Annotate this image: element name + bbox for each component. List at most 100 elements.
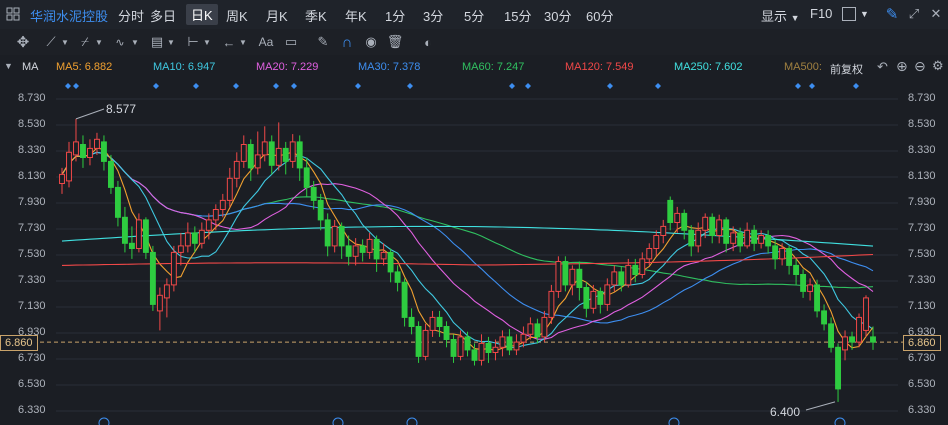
candle-body bbox=[681, 212, 688, 231]
candlestick-chart[interactable] bbox=[0, 0, 948, 425]
candle-body bbox=[702, 216, 709, 231]
candle-body bbox=[310, 186, 317, 201]
candle-body bbox=[548, 290, 555, 318]
price-axis-label: 8.530 bbox=[908, 118, 936, 130]
price-axis-label: 7.330 bbox=[18, 274, 46, 286]
price-axis-label: 7.930 bbox=[18, 196, 46, 208]
candle-body bbox=[163, 284, 170, 299]
price-axis-label: 8.130 bbox=[908, 170, 936, 182]
candle-body bbox=[520, 333, 527, 343]
candle-body bbox=[303, 167, 310, 188]
marker-icon bbox=[291, 83, 297, 89]
candle-body bbox=[569, 268, 576, 286]
candle-body bbox=[513, 341, 520, 351]
candle-body bbox=[254, 154, 261, 169]
candle-body bbox=[688, 229, 695, 247]
candle-body bbox=[716, 219, 723, 236]
candle-body bbox=[184, 232, 191, 247]
candle-body bbox=[590, 290, 597, 309]
marker-icon bbox=[153, 83, 159, 89]
candle-body bbox=[156, 294, 163, 312]
candle-body bbox=[562, 261, 569, 286]
candle-body bbox=[128, 242, 135, 250]
candle-body bbox=[709, 216, 716, 237]
candle-body bbox=[828, 323, 834, 348]
price-axis-label: 7.330 bbox=[908, 274, 936, 286]
candle-body bbox=[583, 287, 590, 309]
marker-icon bbox=[809, 83, 815, 89]
candle-body bbox=[87, 147, 93, 158]
candle-body bbox=[359, 245, 366, 253]
marker-icon bbox=[655, 83, 661, 89]
marker-icon bbox=[407, 83, 413, 89]
candle-body bbox=[394, 271, 401, 283]
price-axis-label: 8.730 bbox=[908, 92, 936, 104]
candle-body bbox=[534, 323, 541, 338]
candle-body bbox=[485, 342, 492, 353]
candle-body bbox=[618, 271, 625, 286]
candle-body bbox=[611, 271, 618, 286]
candle-body bbox=[800, 274, 807, 292]
marker-icon bbox=[795, 83, 801, 89]
candle-body bbox=[149, 251, 156, 305]
candle-body bbox=[842, 336, 848, 351]
candle-body bbox=[443, 326, 450, 340]
candle-body bbox=[758, 235, 765, 244]
candle-body bbox=[807, 284, 814, 292]
price-axis-label: 8.130 bbox=[18, 170, 46, 182]
event-icon bbox=[668, 417, 680, 425]
marker-icon bbox=[853, 83, 859, 89]
candle-body bbox=[751, 229, 758, 244]
price-axis-label: 7.730 bbox=[908, 222, 936, 234]
candle-body bbox=[226, 177, 233, 201]
price-axis-label: 8.330 bbox=[908, 144, 936, 156]
candle-body bbox=[695, 229, 702, 247]
candle-body bbox=[80, 144, 86, 158]
candle-body bbox=[555, 261, 562, 292]
current-price-right: 6.860 bbox=[903, 335, 941, 351]
marker-icon bbox=[233, 83, 239, 89]
candle-body bbox=[737, 232, 744, 247]
price-axis-label: 6.730 bbox=[18, 352, 46, 364]
candle-body bbox=[856, 316, 862, 343]
price-axis-label: 6.330 bbox=[908, 404, 936, 416]
candle-body bbox=[786, 248, 793, 266]
candle-body bbox=[506, 336, 513, 351]
candle-body bbox=[604, 284, 611, 305]
candle-body bbox=[107, 160, 114, 188]
candle-body bbox=[59, 173, 65, 184]
candle-body bbox=[373, 238, 380, 260]
event-icon bbox=[834, 417, 846, 425]
candle-body bbox=[639, 258, 646, 275]
low-leader-line bbox=[805, 401, 836, 411]
candle-body bbox=[835, 346, 841, 390]
candle-body bbox=[212, 209, 219, 221]
candle-body bbox=[387, 251, 394, 273]
candle-body bbox=[142, 219, 149, 253]
candle-body bbox=[338, 225, 345, 247]
price-axis-label: 8.530 bbox=[18, 118, 46, 130]
price-axis-label: 6.530 bbox=[908, 378, 936, 390]
high-annotation: 8.577 bbox=[106, 102, 137, 116]
candle-body bbox=[863, 297, 869, 331]
candle-body bbox=[744, 229, 751, 247]
candle-body bbox=[723, 219, 730, 244]
candle-body bbox=[625, 264, 632, 286]
marker-icon bbox=[193, 83, 199, 89]
event-icon bbox=[98, 417, 110, 425]
high-leader-line bbox=[75, 108, 105, 120]
candle-body bbox=[576, 268, 583, 288]
candle-body bbox=[380, 251, 387, 260]
price-axis-label: 7.530 bbox=[18, 248, 46, 260]
price-axis-label: 8.330 bbox=[18, 144, 46, 156]
candle-body bbox=[436, 316, 443, 327]
marker-icon bbox=[525, 83, 531, 89]
candle-body bbox=[814, 284, 821, 312]
candle-body bbox=[779, 248, 786, 260]
marker-icon bbox=[607, 83, 613, 89]
candle-body bbox=[667, 199, 674, 223]
candle-body bbox=[415, 326, 422, 357]
candle-body bbox=[653, 235, 660, 249]
candle-body bbox=[660, 225, 667, 236]
candle-body bbox=[793, 264, 800, 275]
